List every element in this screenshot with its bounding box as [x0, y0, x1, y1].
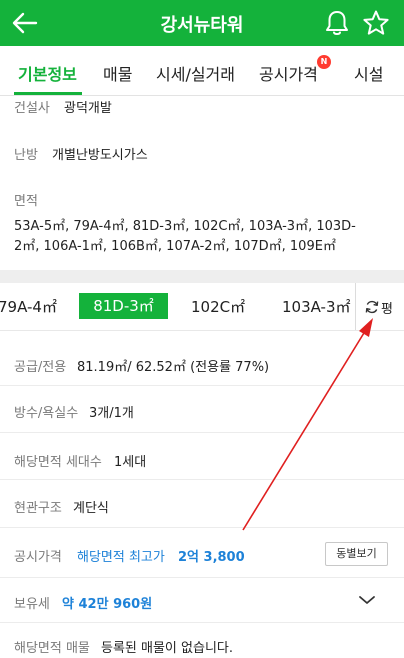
official-price-prefix: 해당면적 최고가 [77, 550, 165, 565]
area-list-line-2: 2㎡, 106A-1㎡, 106B㎡, 107A-2㎡, 107D㎡, 109E… [14, 239, 336, 254]
active-tab-indicator [14, 92, 82, 95]
chevron-down-icon[interactable] [358, 594, 376, 606]
row-divider [0, 622, 404, 623]
entrance-label: 현관구조 [14, 501, 62, 516]
heating-value: 개별난방도시가스 [52, 148, 148, 163]
households-label: 해당면적 세대수 [14, 455, 102, 470]
row-divider [0, 432, 404, 433]
tab-bar: 기본정보 매물 시세/실거래 공시가격 N 시설 [0, 46, 404, 96]
unit-toggle-button[interactable]: 평 [355, 283, 404, 330]
view-by-building-button[interactable]: 동별보기 [325, 542, 388, 566]
supply-area-value: 81.19㎡/ 62.52㎡ (전용률 77%) [77, 360, 270, 375]
tab-facilities[interactable]: 시설 [354, 61, 383, 85]
area-chip[interactable]: 103A-3㎡ [282, 296, 351, 317]
tab-listings[interactable]: 매물 [103, 61, 132, 85]
area-label: 면적 [14, 194, 38, 209]
tab-market-price[interactable]: 시세/실거래 [156, 61, 235, 85]
row-divider [0, 479, 404, 480]
area-list-line-1: 53A-5㎡, 79A-4㎡, 81D-3㎡, 102C㎡, 103A-3㎡, … [14, 219, 356, 234]
bell-icon[interactable] [324, 9, 350, 37]
new-badge: N [317, 55, 331, 69]
holding-tax-value: 약 42만 960원 [62, 597, 153, 612]
builder-label: 건설사 [14, 101, 50, 116]
listing-value: 등록된 매물이 없습니다. [101, 641, 233, 656]
households-value: 1세대 [114, 455, 147, 470]
section-divider [0, 270, 404, 283]
rooms-label: 방수/욕실수 [14, 406, 79, 421]
app-bar: 강서뉴타워 [0, 0, 404, 46]
holding-tax-label: 보유세 [14, 597, 50, 612]
entrance-value: 계단식 [73, 501, 109, 516]
heating-label: 난방 [14, 148, 38, 163]
area-selector: 79A-4㎡ 81D-3㎡ 102C㎡ 103A-3㎡ 평 [0, 283, 404, 331]
star-icon[interactable] [362, 9, 390, 37]
row-divider [0, 527, 404, 528]
area-chip-selected[interactable]: 81D-3㎡ [79, 293, 168, 319]
rooms-value: 3개/1개 [89, 406, 134, 421]
tab-official-price[interactable]: 공시가격 [259, 61, 318, 85]
row-divider [0, 577, 404, 578]
area-chip[interactable]: 79A-4㎡ [0, 296, 57, 317]
listing-label: 해당면적 매물 [14, 641, 90, 656]
tab-basic-info[interactable]: 기본정보 [18, 61, 77, 85]
builder-value: 광덕개발 [64, 101, 112, 116]
unit-toggle-label: 평 [381, 302, 393, 317]
row-divider [0, 385, 404, 386]
refresh-icon [365, 300, 379, 314]
supply-area-label: 공급/전용 [14, 360, 67, 375]
official-price-value: 2억 3,800 [178, 550, 245, 565]
official-price-label: 공시가격 [14, 550, 62, 565]
area-chip[interactable]: 102C㎡ [191, 296, 245, 317]
